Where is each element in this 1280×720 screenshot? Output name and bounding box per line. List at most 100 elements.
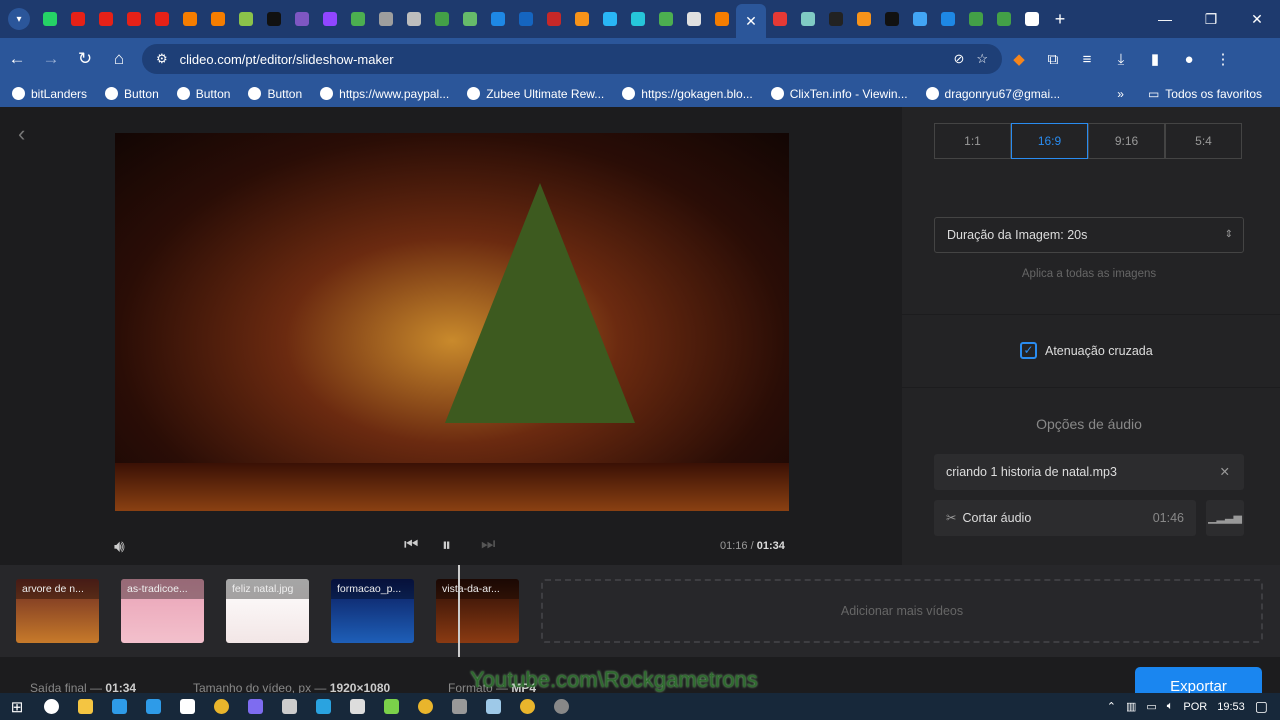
close-button[interactable]: ✕ xyxy=(1234,0,1280,38)
bookmark-item[interactable]: bitLanders xyxy=(12,87,87,101)
cut-audio-button[interactable]: ✂ Cortar áudio 01:46 xyxy=(934,500,1196,536)
side-panel-icon[interactable]: ▮ xyxy=(1138,50,1172,68)
pause-icon[interactable]: ⏸︎ xyxy=(442,535,451,556)
aspect-ratio-1-1[interactable]: 1:1 xyxy=(934,123,1011,159)
minimize-button[interactable]: — xyxy=(1142,0,1188,38)
browser-tab[interactable] xyxy=(794,5,822,33)
volume-icon[interactable]: 🔊︎ xyxy=(114,537,125,557)
volume-levels-button[interactable]: ▁▂▃▅ xyxy=(1206,500,1244,536)
browser-tab[interactable] xyxy=(372,5,400,33)
next-icon[interactable]: ⏭︎ xyxy=(481,536,495,554)
browser-tab[interactable] xyxy=(990,5,1018,33)
aspect-ratio-16-9[interactable]: 16:9 xyxy=(1011,123,1088,159)
browser-tab[interactable] xyxy=(624,5,652,33)
crossfade-checkbox[interactable]: ✓ Atenuação cruzada xyxy=(1020,342,1153,359)
browser-tab[interactable] xyxy=(120,5,148,33)
browser-tab[interactable] xyxy=(400,5,428,33)
browser-tab[interactable] xyxy=(540,5,568,33)
browser-tab[interactable] xyxy=(176,5,204,33)
taskbar-app[interactable] xyxy=(136,693,170,720)
eye-off-icon[interactable]: ⊘ xyxy=(953,51,964,67)
bookmark-item[interactable]: Zubee Ultimate Rew... xyxy=(467,87,604,101)
browser-tab[interactable] xyxy=(850,5,878,33)
taskbar-app[interactable] xyxy=(170,693,204,720)
browser-tab[interactable] xyxy=(148,5,176,33)
browser-tab[interactable] xyxy=(878,5,906,33)
browser-tab[interactable] xyxy=(288,5,316,33)
restore-button[interactable]: ❐ xyxy=(1188,0,1234,38)
metamask-icon[interactable]: ◆ xyxy=(1002,50,1036,68)
star-icon[interactable]: ☆ xyxy=(976,51,988,67)
timeline-clip[interactable]: arvore de n... xyxy=(16,579,99,643)
bookmark-item[interactable]: ClixTen.info - Viewin... xyxy=(770,87,908,101)
playhead[interactable] xyxy=(458,565,460,657)
timeline-clip[interactable]: vista-da-ar... xyxy=(436,579,519,643)
taskbar-app[interactable] xyxy=(544,693,578,720)
active-tab-close-icon[interactable]: ✕ xyxy=(736,4,766,38)
browser-tab[interactable] xyxy=(64,5,92,33)
browser-tab[interactable] xyxy=(962,5,990,33)
bookmarks-more-button[interactable]: » xyxy=(1117,87,1124,101)
notifications-icon[interactable]: ▢ xyxy=(1255,698,1268,715)
browser-tab[interactable] xyxy=(596,5,624,33)
taskbar-app[interactable] xyxy=(306,693,340,720)
taskbar-app[interactable] xyxy=(34,693,68,720)
network-icon[interactable]: ▭ xyxy=(1146,700,1156,713)
timeline-clip[interactable]: as-tradicoe... xyxy=(121,579,204,643)
media-icon[interactable]: ≡ xyxy=(1070,51,1104,68)
timeline-clip[interactable]: formacao_p... xyxy=(331,579,414,643)
menu-icon[interactable]: ⋮ xyxy=(1206,50,1240,68)
forward-icon[interactable]: → xyxy=(34,49,68,69)
browser-tab[interactable] xyxy=(822,5,850,33)
browser-tab[interactable] xyxy=(36,5,64,33)
bookmark-item[interactable]: https://www.paypal... xyxy=(320,87,449,101)
browser-tab[interactable] xyxy=(766,5,794,33)
browser-tab[interactable] xyxy=(680,5,708,33)
bookmark-item[interactable]: dragonryu67@gmai... xyxy=(925,87,1060,101)
browser-tab[interactable] xyxy=(568,5,596,33)
add-more-videos-button[interactable]: Adicionar mais vídeos xyxy=(541,579,1263,643)
tray-app-icon[interactable]: ▥ xyxy=(1126,700,1136,713)
aspect-ratio-5-4[interactable]: 5:4 xyxy=(1165,123,1242,159)
browser-tab[interactable] xyxy=(92,5,120,33)
back-icon[interactable]: ← xyxy=(0,49,34,69)
aspect-ratio-9-16[interactable]: 9:16 xyxy=(1088,123,1165,159)
extensions-icon[interactable]: ⧉ xyxy=(1036,51,1070,68)
taskbar-app[interactable] xyxy=(204,693,238,720)
start-button[interactable]: ⊞ xyxy=(0,693,34,720)
taskbar-app[interactable] xyxy=(408,693,442,720)
taskbar-app[interactable] xyxy=(374,693,408,720)
site-info-icon[interactable]: ⚙ xyxy=(156,51,168,67)
taskbar-app[interactable] xyxy=(340,693,374,720)
all-bookmarks-button[interactable]: ▭ Todos os favoritos xyxy=(1148,87,1262,101)
image-duration-select[interactable]: Duração da Imagem: 20s ⇕ xyxy=(934,217,1244,253)
checkbox-checked-icon[interactable]: ✓ xyxy=(1020,342,1037,359)
browser-tab[interactable] xyxy=(708,5,736,33)
bookmark-item[interactable]: https://gokagen.blo... xyxy=(622,87,753,101)
download-icon[interactable]: ⤓ xyxy=(1104,51,1138,68)
browser-tab[interactable] xyxy=(906,5,934,33)
browser-tab[interactable] xyxy=(652,5,680,33)
browser-tab[interactable] xyxy=(934,5,962,33)
back-button[interactable]: ‹ xyxy=(18,121,25,147)
url-text[interactable]: clideo.com/pt/editor/slideshow-maker xyxy=(180,52,394,67)
language-indicator[interactable]: POR xyxy=(1183,701,1207,713)
browser-tab[interactable] xyxy=(428,5,456,33)
browser-tab[interactable] xyxy=(456,5,484,33)
timeline-clip[interactable]: feliz natal.jpg xyxy=(226,579,309,643)
bookmark-item[interactable]: Button xyxy=(248,87,302,101)
taskbar-app[interactable] xyxy=(102,693,136,720)
browser-tab[interactable] xyxy=(204,5,232,33)
taskbar-app[interactable] xyxy=(510,693,544,720)
browser-tab[interactable] xyxy=(232,5,260,33)
bookmark-item[interactable]: Button xyxy=(105,87,159,101)
url-bar[interactable]: ⚙ clideo.com/pt/editor/slideshow-maker ⊘… xyxy=(142,44,1002,74)
taskbar-app[interactable] xyxy=(68,693,102,720)
browser-tab[interactable] xyxy=(260,5,288,33)
taskbar-app[interactable] xyxy=(272,693,306,720)
avatar[interactable]: ● xyxy=(1172,51,1206,68)
taskbar-app[interactable] xyxy=(476,693,510,720)
browser-tab[interactable] xyxy=(512,5,540,33)
reload-icon[interactable]: ↻ xyxy=(68,49,102,69)
tray-chevron-icon[interactable]: ⌃ xyxy=(1107,700,1116,713)
